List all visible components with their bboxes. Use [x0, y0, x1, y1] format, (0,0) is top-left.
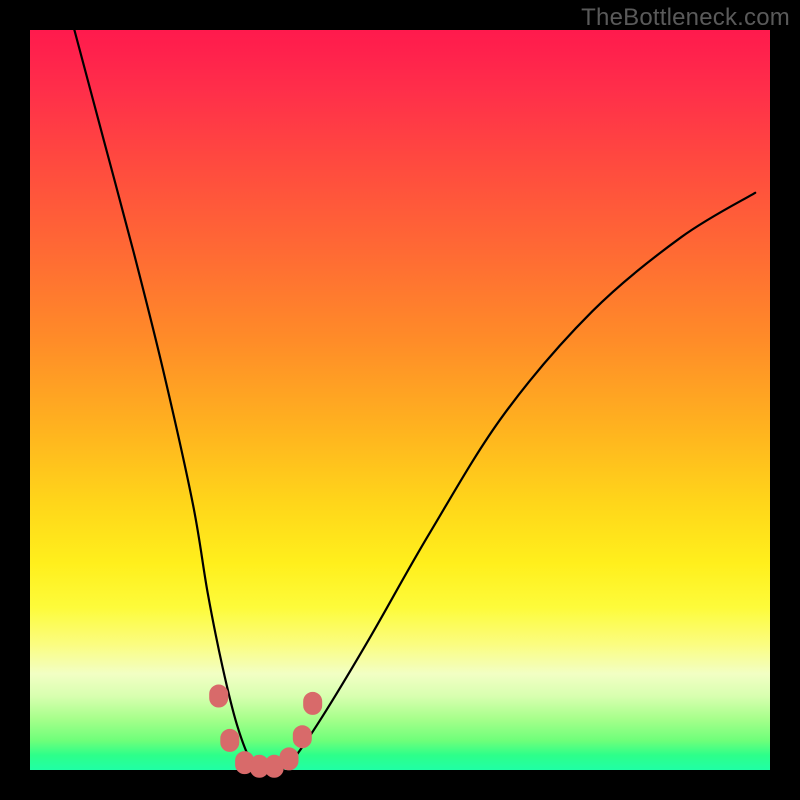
marker-dot	[221, 729, 239, 751]
near-minimum-markers	[210, 685, 322, 777]
bottleneck-curve	[74, 30, 755, 771]
watermark-text: TheBottleneck.com	[581, 4, 790, 32]
curve-svg	[30, 30, 770, 770]
marker-dot	[210, 685, 228, 707]
chart-frame: TheBottleneck.com	[0, 0, 800, 800]
marker-dot	[293, 726, 311, 748]
marker-dot	[280, 748, 298, 770]
marker-dot	[304, 692, 322, 714]
plot-area	[30, 30, 770, 770]
